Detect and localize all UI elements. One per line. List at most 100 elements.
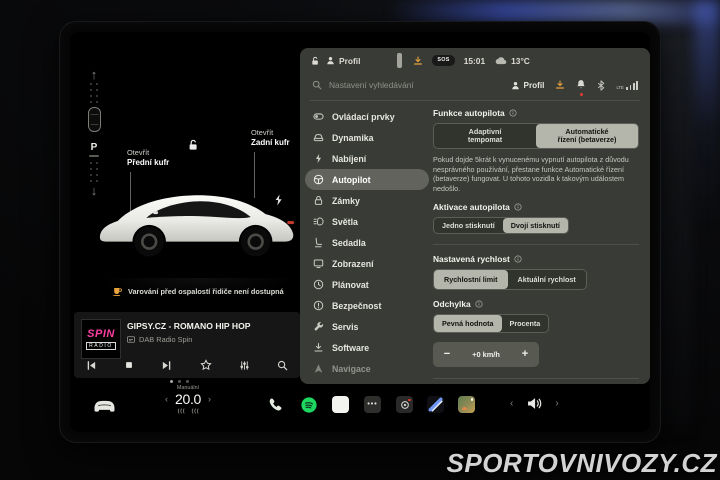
- speaker-icon[interactable]: [526, 397, 542, 410]
- gear-up-arrow-icon[interactable]: ↑: [91, 68, 98, 81]
- album-art-spin-radio[interactable]: SPIN RADIO: [81, 319, 121, 359]
- park-gear-label[interactable]: P: [91, 143, 98, 153]
- sidebar-item-zamky[interactable]: Zámky: [305, 190, 429, 211]
- offset-segmented: Pevná hodnota Procenta: [433, 314, 549, 333]
- unlocked-lock-icon[interactable]: [310, 56, 320, 66]
- option-automaticke-rizeni[interactable]: Automatické řízení (betaverze): [536, 124, 638, 148]
- sidebar-item-servis[interactable]: Servis: [305, 316, 429, 337]
- driver-drowsiness-warning: Varování před ospalostí řidiče není dost…: [112, 286, 284, 297]
- download-update-icon[interactable]: [555, 80, 565, 90]
- radio-logo-text: RADIO: [86, 342, 116, 350]
- page-dot: [178, 380, 181, 383]
- star-detail: [471, 398, 474, 401]
- sidebar-item-navigace[interactable]: Navigace: [305, 358, 429, 379]
- sidebar-item-nabijeni[interactable]: Nabíjení: [305, 148, 429, 169]
- status-profile-label[interactable]: Profil: [339, 56, 360, 66]
- phone-app-icon[interactable]: [266, 396, 283, 413]
- temp-increase-chevron[interactable]: ›: [208, 395, 211, 404]
- blue-light-edge: [694, 0, 720, 230]
- vehicle-topview-icon: [86, 106, 103, 138]
- previous-track-icon[interactable]: [86, 360, 97, 371]
- photo-background: ↑ P ↓ Otevřít Přední kufr Otevřít Zadní …: [0, 0, 720, 480]
- app-drawer-icon[interactable]: •••: [364, 396, 381, 413]
- gear-selector-strip[interactable]: ↑ P ↓: [80, 68, 108, 197]
- sidebar-item-autopilot[interactable]: Autopilot: [305, 169, 429, 190]
- front-trunk-control[interactable]: Otevřít Přední kufr: [127, 148, 169, 167]
- rear-trunk-target: Zadní kufr: [251, 138, 290, 147]
- cellular-signal-icon[interactable]: LTE: [616, 81, 638, 90]
- option-dvoji-stisknuti[interactable]: Dvojí stisknutí: [503, 218, 568, 233]
- bluetooth-icon[interactable]: [597, 80, 605, 91]
- sidebar-item-zobrazeni[interactable]: Zobrazení: [305, 253, 429, 274]
- option-aktualni-rychlost[interactable]: Aktuální rychlost: [508, 270, 586, 289]
- launcher-bar: Manuální ‹ 20.0 ›: [70, 384, 650, 432]
- sidebar-item-software[interactable]: Software: [305, 337, 429, 358]
- option-adaptivni-tempomat[interactable]: Adaptivní tempomat: [434, 124, 536, 148]
- next-track-icon[interactable]: [161, 360, 172, 371]
- volume-up-chevron[interactable]: ›: [555, 399, 558, 408]
- sos-badge[interactable]: SOS: [432, 55, 454, 65]
- sketch-app-icon[interactable]: [427, 396, 444, 413]
- equalizer-icon[interactable]: [239, 360, 250, 371]
- software-update-icon[interactable]: [413, 56, 423, 66]
- spotify-app-icon[interactable]: [300, 396, 317, 413]
- person-icon: [511, 81, 520, 90]
- rear-trunk-action: Otevřít: [251, 128, 290, 137]
- info-icon[interactable]: [475, 300, 483, 308]
- option-procenta[interactable]: Procenta: [502, 315, 549, 332]
- stop-icon[interactable]: [124, 360, 134, 370]
- notification-dot: [580, 93, 583, 96]
- option-rychlostni-limit[interactable]: Rychlostní limit: [434, 270, 508, 289]
- search-placeholder: Nastavení vyhledávání: [329, 80, 414, 90]
- sidebar-item-planovat[interactable]: Plánovat: [305, 274, 429, 295]
- track-title[interactable]: GIPSY.CZ - ROMANO HIP HOP: [127, 321, 251, 331]
- media-search-icon[interactable]: [277, 360, 288, 371]
- settings-menu: Ovládací prvky Dynamika Nabíjení Autopil…: [305, 106, 429, 379]
- defrost-front-icon[interactable]: [177, 408, 186, 414]
- profile-person-icon[interactable]: [326, 56, 335, 65]
- blue-light-streak: [388, 0, 720, 24]
- tesla-display: ↑ P ↓ Otevřít Přední kufr Otevřít Zadní …: [70, 32, 650, 432]
- vehicle-controls-icon[interactable]: [92, 399, 117, 418]
- notifications-bell-icon[interactable]: [576, 76, 586, 94]
- sidebar-item-sedadla[interactable]: Sedadla: [305, 232, 429, 253]
- status-divider-highlight: [397, 53, 402, 68]
- info-icon[interactable]: [514, 255, 522, 263]
- settings-search[interactable]: Nastavení vyhledávání Profil: [300, 74, 650, 96]
- info-icon[interactable]: [509, 109, 517, 117]
- dashcam-app-icon[interactable]: [396, 396, 413, 413]
- profile-button[interactable]: Profil: [511, 81, 545, 90]
- content-divider: [433, 244, 639, 245]
- page-indicator[interactable]: [170, 380, 189, 383]
- search-row-icons: Profil LTE: [511, 76, 639, 94]
- temp-decrease-chevron[interactable]: ‹: [165, 395, 168, 404]
- volume-down-chevron[interactable]: ‹: [510, 399, 513, 408]
- toggle-icon: [313, 111, 324, 122]
- display-icon: [313, 258, 324, 269]
- sidebar-item-dynamika[interactable]: Dynamika: [305, 127, 429, 148]
- park-sub-indicator: [89, 155, 99, 157]
- info-icon[interactable]: [514, 203, 522, 211]
- option-jedno-stisknuti[interactable]: Jedno stisknutí: [434, 218, 503, 233]
- theater-app-icon[interactable]: [458, 396, 475, 413]
- notes-app-icon[interactable]: [332, 396, 349, 413]
- sidebar-item-ovladaci-prvky[interactable]: Ovládací prvky: [305, 106, 429, 127]
- volume-control: ‹ ›: [510, 397, 559, 410]
- clock-icon: [313, 279, 324, 290]
- cabin-temperature[interactable]: 20.0: [175, 391, 201, 407]
- defrost-rear-icon[interactable]: [191, 408, 200, 414]
- option-pevna-hodnota[interactable]: Pevná hodnota: [434, 315, 502, 332]
- climate-control[interactable]: Manuální ‹ 20.0 ›: [148, 385, 228, 414]
- set-speed-segmented: Rychlostní limit Aktuální rychlost: [433, 269, 587, 290]
- rear-trunk-control[interactable]: Otevřít Zadní kufr: [251, 128, 290, 147]
- section-odchylka: Odchylka: [433, 299, 639, 309]
- sidebar-item-bezpecnost[interactable]: Bezpečnost: [305, 295, 429, 316]
- recording-dot: [408, 399, 411, 402]
- favorite-star-icon[interactable]: [200, 359, 212, 371]
- header-divider: [310, 100, 640, 101]
- sidebar-item-svetla[interactable]: Světla: [305, 211, 429, 232]
- increase-button[interactable]: +: [511, 349, 539, 360]
- seat-icon: [313, 237, 324, 248]
- decrease-button[interactable]: −: [433, 349, 461, 360]
- unlocked-padlock-icon[interactable]: [187, 138, 199, 156]
